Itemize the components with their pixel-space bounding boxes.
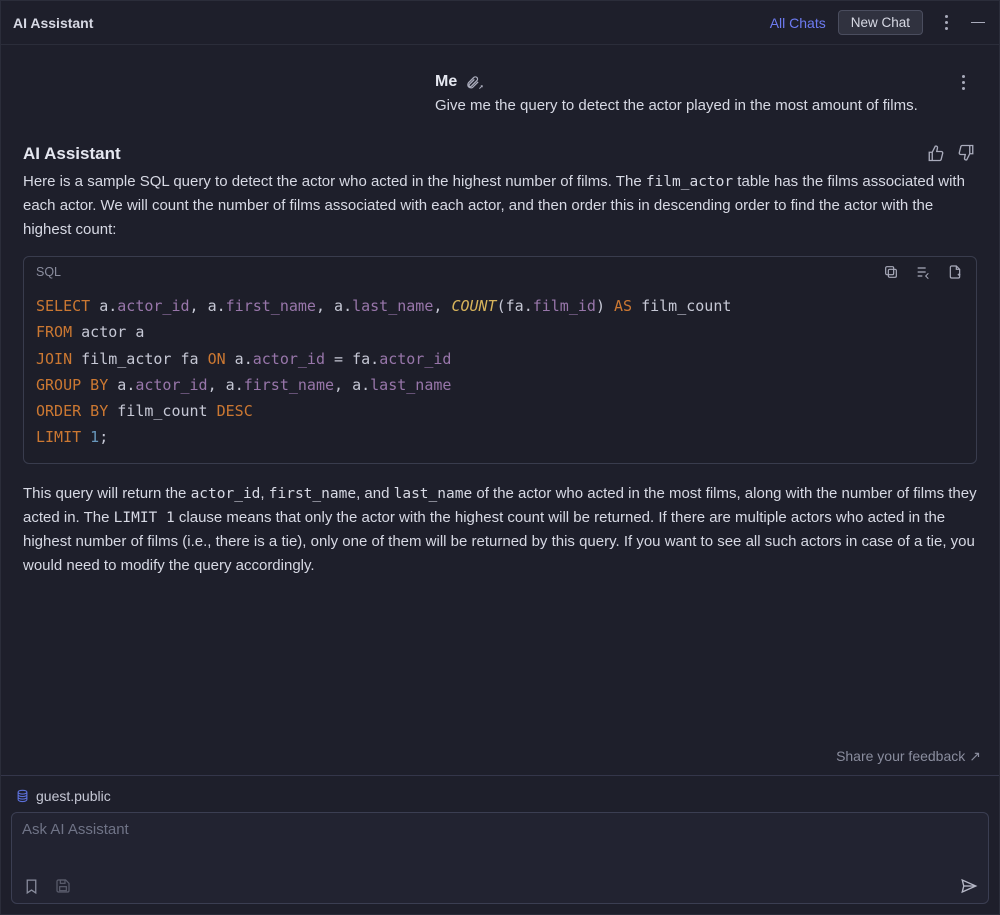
feedback-row: Share your feedback↗ <box>1 744 999 775</box>
thumbs-down-icon[interactable] <box>957 144 977 164</box>
header-bar: AI Assistant All Chats New Chat <box>1 1 999 45</box>
bookmark-icon[interactable] <box>22 877 40 895</box>
share-feedback-link[interactable]: Share your feedback↗ <box>836 748 981 764</box>
send-icon[interactable] <box>960 877 978 895</box>
assistant-outro-text: This query will return the actor_id, fir… <box>23 482 977 578</box>
chat-scroll-area[interactable]: Me Give me the query to detect the actor… <box>1 45 999 744</box>
prompt-placeholder: Ask AI Assistant <box>22 821 978 873</box>
context-label: guest.public <box>36 788 111 804</box>
new-chat-button[interactable]: New Chat <box>838 10 923 35</box>
input-footer: guest.public Ask AI Assistant <box>1 775 999 914</box>
database-icon <box>15 789 30 804</box>
user-author-label: Me <box>435 73 457 91</box>
attach-context-icon[interactable] <box>465 75 487 90</box>
thumbs-up-icon[interactable] <box>927 144 947 164</box>
code-block: SQL SELECT a.actor_id, a.first_name, a.l… <box>23 256 977 464</box>
create-file-icon[interactable] <box>946 263 964 281</box>
insert-at-caret-icon[interactable] <box>914 263 932 281</box>
save-icon[interactable] <box>54 877 72 895</box>
app-root: AI Assistant All Chats New Chat Me Giv <box>0 0 1000 915</box>
assistant-intro-text: Here is a sample SQL query to detect the… <box>23 170 977 242</box>
all-chats-link[interactable]: All Chats <box>770 15 826 31</box>
code-content[interactable]: SELECT a.actor_id, a.first_name, a.last_… <box>24 287 976 463</box>
assistant-author-label: AI Assistant <box>23 144 121 164</box>
panel-title: AI Assistant <box>13 15 93 31</box>
user-message-more-icon[interactable] <box>962 75 975 90</box>
prompt-input[interactable]: Ask AI Assistant <box>11 812 989 904</box>
user-message: Me Give me the query to detect the actor… <box>1 45 999 134</box>
context-chip[interactable]: guest.public <box>11 784 989 812</box>
code-language-label: SQL <box>36 265 61 279</box>
minimize-icon[interactable] <box>969 11 987 35</box>
assistant-message: AI Assistant Here is a sample SQL query … <box>1 134 999 598</box>
user-message-text: Give me the query to detect the actor pl… <box>435 95 975 116</box>
copy-code-icon[interactable] <box>882 263 900 281</box>
more-options-icon[interactable] <box>937 11 955 35</box>
external-link-icon: ↗ <box>969 748 981 764</box>
